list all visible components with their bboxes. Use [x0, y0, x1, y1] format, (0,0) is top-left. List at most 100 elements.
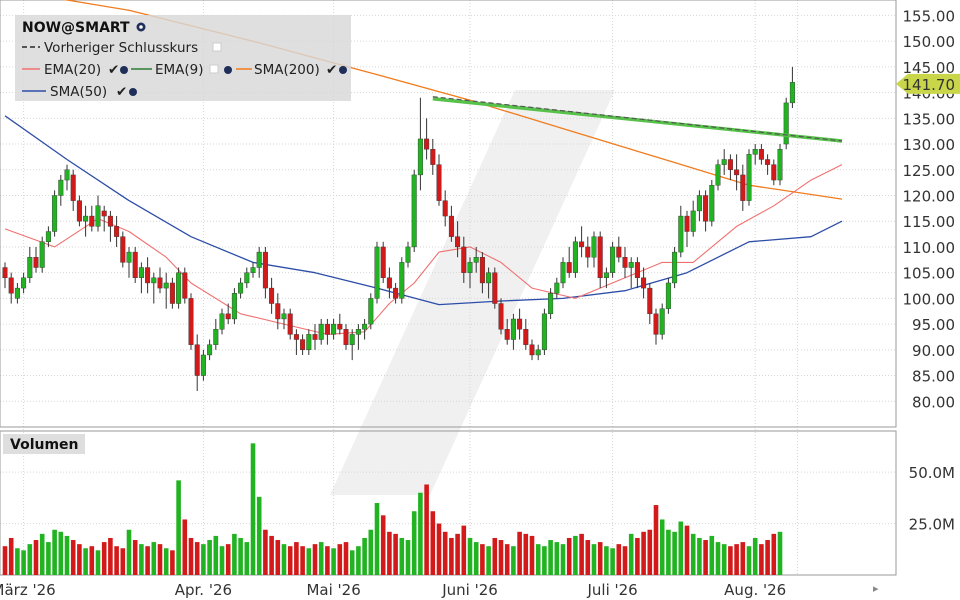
volume-bar [455, 533, 460, 575]
check-icon[interactable]: ✔ [108, 62, 119, 78]
volume-bar [194, 542, 200, 575]
candle-body [510, 318, 516, 340]
volume-bar [610, 548, 615, 575]
candle [300, 334, 306, 355]
candle [70, 169, 76, 211]
candle-body [145, 267, 151, 284]
candle [498, 298, 504, 335]
candle [256, 246, 262, 278]
candle-body [696, 195, 702, 212]
volume-bar [759, 544, 764, 575]
legend: NOW@SMART Vorheriger Schlusskurs EMA(20)… [15, 15, 351, 101]
volume-bar [647, 529, 653, 575]
ema9-line [432, 97, 843, 143]
candle [126, 246, 132, 278]
candle-body [616, 246, 622, 258]
candle-body [548, 293, 554, 315]
candle [293, 329, 299, 355]
settings-icon[interactable] [129, 88, 137, 96]
candle-body [473, 257, 479, 263]
candle [64, 164, 70, 191]
volume-bar [542, 546, 547, 575]
candle-body [132, 251, 138, 279]
volume-bar [27, 544, 33, 575]
settings-icon[interactable] [224, 66, 232, 74]
scroll-right-icon[interactable]: ▸ [873, 582, 879, 595]
settings-icon[interactable] [120, 66, 128, 74]
volume-bar [52, 529, 57, 575]
volume-bar [777, 531, 783, 575]
candle [752, 144, 758, 165]
volume-bar [2, 546, 8, 575]
price-tick-label: 120.00 [903, 187, 956, 205]
candle-body [417, 138, 423, 176]
candle-body [318, 323, 324, 340]
settings-icon[interactable] [339, 66, 347, 74]
volume-bar [77, 544, 82, 575]
candle-body [324, 323, 330, 335]
candle-body [597, 236, 603, 279]
price-tick-label: 85.00 [912, 368, 955, 386]
candle [492, 267, 498, 309]
candle [417, 97, 423, 191]
candle-body [585, 246, 591, 258]
candle-body [529, 344, 535, 356]
candle [597, 231, 603, 289]
candle-body [225, 313, 231, 320]
volume-bar [139, 544, 144, 575]
volume-bar [560, 544, 566, 575]
candle-body [169, 282, 175, 304]
candle [8, 272, 14, 304]
candle [789, 66, 795, 109]
candle [89, 205, 95, 232]
volume-bar [244, 542, 250, 575]
candle-body [250, 267, 256, 273]
candle [430, 138, 436, 175]
candle-body [89, 215, 95, 227]
candle [777, 144, 783, 186]
candle-body [746, 154, 752, 201]
volume-bar [163, 548, 169, 575]
candle [2, 262, 8, 289]
volume-bar [604, 546, 609, 575]
candle-body [374, 246, 380, 299]
candle-body [579, 241, 585, 248]
checkbox-icon[interactable] [209, 64, 219, 74]
candle-body [665, 282, 671, 309]
volume-bar [690, 533, 696, 575]
candle [448, 205, 454, 242]
volume-tick-label: 25.0M [909, 516, 955, 534]
volume-bar [641, 531, 646, 575]
checkbox-icon[interactable] [212, 42, 222, 52]
check-icon[interactable]: ✔ [116, 84, 127, 100]
candle-body [591, 236, 597, 258]
volume-bar [58, 531, 64, 575]
volume-bar [108, 537, 113, 575]
volume-bar [709, 535, 715, 575]
candle-body [424, 138, 430, 150]
volume-bar [684, 525, 690, 575]
volume-bar [331, 548, 336, 575]
candle-body [758, 148, 764, 160]
settings-icon[interactable] [136, 22, 146, 32]
check-icon[interactable]: ✔ [326, 62, 337, 78]
volume-bar [374, 503, 380, 575]
candle-body [368, 298, 374, 325]
chart-svg: NOW@SMART Vorheriger Schlusskurs EMA(20)… [0, 0, 960, 599]
candle-body [151, 277, 157, 284]
date-axis-labels: März '26 Apr. '26 Mai '26 Juni '26 Juli '26 A… [0, 581, 786, 599]
volume-bar [275, 540, 281, 575]
candle [386, 267, 392, 299]
candle-body [95, 205, 101, 227]
candle-body [554, 282, 560, 294]
price-tick-label: 100.00 [903, 290, 956, 308]
candle [572, 236, 578, 278]
candle-body [33, 257, 39, 268]
candle [21, 272, 27, 294]
candle [231, 288, 237, 325]
volume-bar [70, 540, 76, 575]
volume-bar [442, 531, 448, 575]
price-tick-label: 105.00 [903, 265, 956, 283]
volume-bar [399, 537, 405, 575]
candle [634, 257, 640, 289]
